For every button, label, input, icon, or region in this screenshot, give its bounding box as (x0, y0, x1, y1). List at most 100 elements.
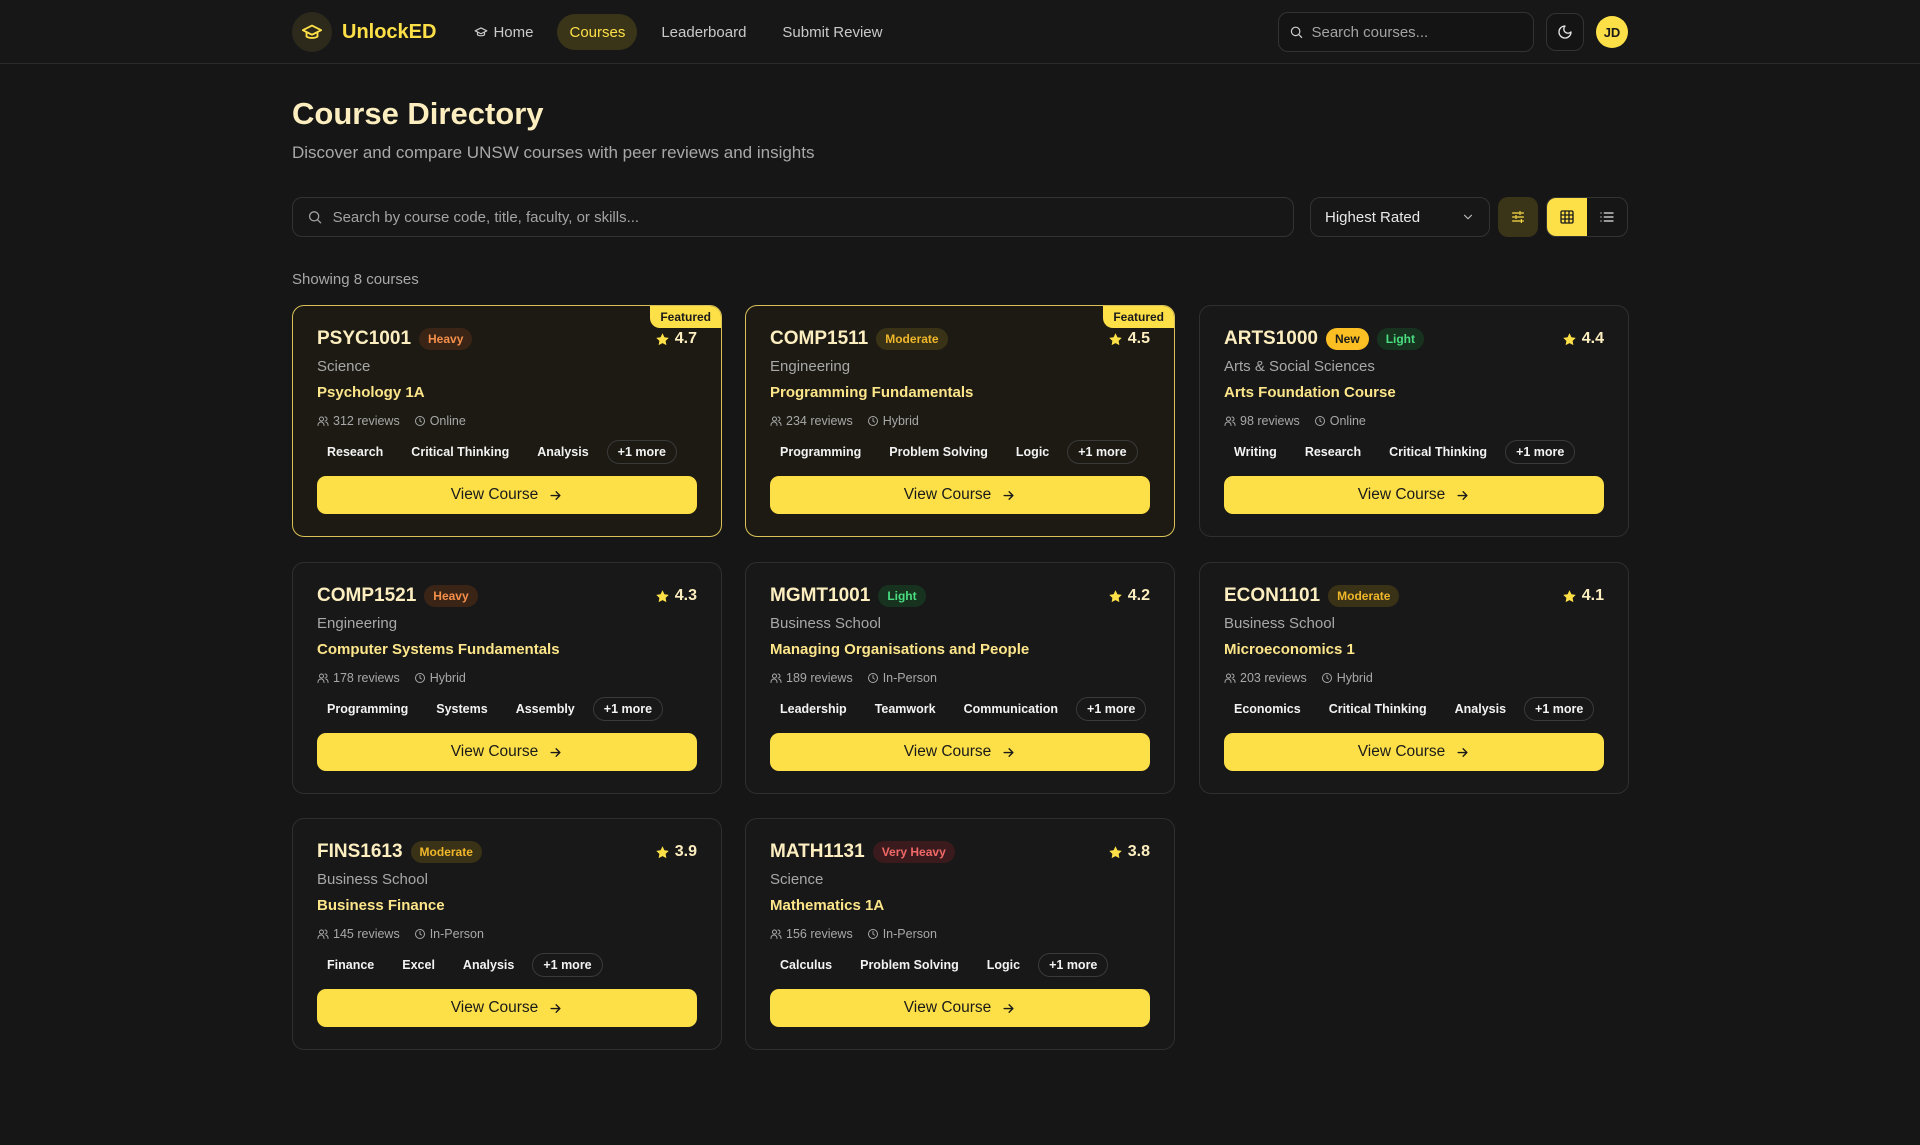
nav-search-box (1278, 12, 1534, 52)
view-course-button[interactable]: View Course (770, 989, 1150, 1027)
review-count: 98 reviews (1224, 414, 1300, 428)
course-code: MATH1131 (770, 841, 865, 862)
view-course-button[interactable]: View Course (317, 476, 697, 514)
rating-value: 3.8 (1127, 843, 1150, 860)
view-course-label: View Course (903, 999, 992, 1016)
course-meta: 203 reviews Hybrid (1224, 671, 1373, 685)
course-card[interactable]: FINS1613 Moderate 3.9 Business School Busine… (292, 818, 722, 1050)
view-course-button[interactable]: View Course (317, 733, 697, 771)
course-header: ECON1101 Moderate (1224, 585, 1400, 607)
skill-tags: Finance Excel Analysis +1 more (317, 953, 603, 977)
view-course-button[interactable]: View Course (1224, 476, 1604, 514)
skill-tag: Communication (963, 702, 1059, 716)
brand-logo[interactable]: UnlockED (292, 12, 436, 52)
course-card[interactable]: ARTS1000 New Light 4.4 Arts & Social Science… (1199, 305, 1629, 537)
course-card[interactable]: Featured PSYC1001 Heavy 4.7 Science Psycholog… (292, 305, 722, 537)
course-title: Computer Systems Fundamentals (317, 641, 560, 658)
star-icon (1563, 332, 1576, 345)
star-icon (1109, 589, 1122, 602)
graduation-cap-icon (475, 27, 488, 37)
delivery-mode: Hybrid (1321, 671, 1373, 685)
navbar-right: JD (1278, 12, 1628, 52)
workload-badge: Heavy (419, 328, 473, 350)
course-card[interactable]: MATH1131 Very Heavy 3.8 Science Mathematics … (745, 818, 1175, 1050)
course-rating: 4.3 (655, 587, 697, 605)
nav-courses[interactable]: Courses (557, 14, 638, 50)
skill-tag: Excel (402, 958, 435, 972)
course-card[interactable]: COMP1521 Heavy 4.3 Engineering Computer Syst… (292, 562, 722, 794)
view-course-button[interactable]: View Course (770, 476, 1150, 514)
rating-value: 4.4 (1581, 330, 1604, 347)
skill-tag: Writing (1234, 445, 1277, 459)
course-code: PSYC1001 (317, 328, 412, 349)
course-card[interactable]: Featured COMP1511 Moderate 4.5 Engineering Pr… (745, 305, 1175, 537)
course-card[interactable]: MGMT1001 Light 4.2 Business School Managing … (745, 562, 1175, 794)
course-rating: 4.4 (1562, 330, 1604, 348)
course-header: MGMT1001 Light (770, 585, 926, 607)
grid-view-button[interactable] (1547, 198, 1587, 236)
filters-button[interactable] (1498, 197, 1538, 237)
course-code: MGMT1001 (770, 585, 871, 606)
theme-toggle-button[interactable] (1546, 13, 1584, 51)
star-icon (656, 845, 669, 858)
course-meta: 178 reviews Hybrid (317, 671, 466, 685)
more-skills-tag[interactable]: +1 more (606, 440, 677, 464)
course-search-input[interactable] (332, 208, 1279, 226)
clock-icon (867, 929, 878, 939)
skill-tag: Research (327, 445, 384, 459)
nav-submit-review[interactable]: Submit Review (770, 14, 894, 50)
course-meta: 189 reviews In-Person (770, 671, 937, 685)
rating-value: 3.9 (674, 843, 697, 860)
more-skills-tag[interactable]: +1 more (1076, 697, 1147, 721)
review-count-text: 178 reviews (333, 671, 400, 685)
course-faculty: Science (770, 871, 824, 888)
nav-search-input[interactable] (1311, 23, 1523, 41)
skill-tags: Programming Problem Solving Logic +1 more (770, 440, 1138, 464)
course-meta: 145 reviews In-Person (317, 927, 484, 941)
nav-leaderboard[interactable]: Leaderboard (649, 14, 758, 50)
sliders-icon (1512, 211, 1524, 223)
more-skills-tag[interactable]: +1 more (1505, 440, 1576, 464)
nav-home[interactable]: Home (462, 14, 545, 50)
course-rating: 3.9 (655, 843, 697, 861)
sort-select[interactable]: Highest Rated (1310, 197, 1490, 237)
delivery-mode-text: Online (1329, 414, 1366, 428)
course-title: Arts Foundation Course (1224, 384, 1396, 401)
delivery-mode-text: In-Person (882, 927, 937, 941)
list-view-button[interactable] (1587, 198, 1627, 236)
clock-icon (414, 416, 425, 426)
skill-tag: Research (1304, 445, 1362, 459)
users-icon (317, 929, 329, 939)
review-count-text: 156 reviews (786, 927, 853, 941)
delivery-mode: Hybrid (867, 414, 919, 428)
delivery-mode: Online (1314, 414, 1366, 428)
more-skills-tag[interactable]: +1 more (532, 953, 603, 977)
user-avatar[interactable]: JD (1596, 16, 1628, 48)
review-count: 234 reviews (770, 414, 853, 428)
course-faculty: Engineering (317, 615, 398, 632)
course-card[interactable]: ECON1101 Moderate 4.1 Business School Microe… (1199, 562, 1629, 794)
review-count: 145 reviews (317, 927, 400, 941)
view-course-label: View Course (903, 486, 992, 503)
workload-badge: Light (1376, 328, 1425, 350)
more-skills-tag[interactable]: +1 more (1067, 440, 1138, 464)
view-course-button[interactable]: View Course (317, 989, 697, 1027)
view-course-label: View Course (1357, 486, 1446, 503)
view-course-button[interactable]: View Course (770, 733, 1150, 771)
more-skills-tag[interactable]: +1 more (1038, 953, 1109, 977)
review-count: 178 reviews (317, 671, 400, 685)
view-course-button[interactable]: View Course (1224, 733, 1604, 771)
course-header: FINS1613 Moderate (317, 841, 482, 863)
review-count-text: 203 reviews (1240, 671, 1307, 685)
course-code: ECON1101 (1224, 585, 1321, 606)
more-skills-tag[interactable]: +1 more (1524, 697, 1595, 721)
clock-icon (1321, 673, 1332, 683)
skill-tag: Problem Solving (889, 445, 988, 459)
view-mode-toggle (1546, 197, 1628, 237)
course-title: Microeconomics 1 (1224, 641, 1355, 658)
course-faculty: Business School (1224, 615, 1335, 632)
more-skills-tag[interactable]: +1 more (592, 697, 664, 721)
review-count-text: 145 reviews (333, 927, 400, 941)
star-icon (1109, 845, 1122, 858)
brand-name: UnlockED (342, 20, 437, 43)
